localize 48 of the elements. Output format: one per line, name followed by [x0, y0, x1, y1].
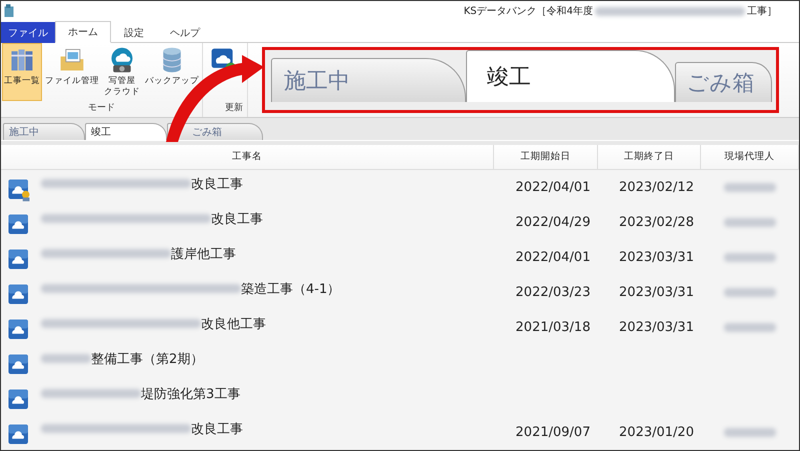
project-name: 改良工事 — [211, 210, 263, 228]
cloud-icon — [7, 212, 31, 237]
document-tab[interactable]: 竣工 — [466, 50, 676, 102]
project-name: 改良工事 — [191, 176, 243, 193]
project-name: 護岸他工事 — [171, 246, 236, 263]
table-cell-text: 2023/03/31 — [618, 250, 695, 266]
table-cell-text: 2022/03/23 — [514, 285, 592, 300]
column-header[interactable]: 現場代理人 — [701, 144, 799, 170]
ribbon-button[interactable]: バックアップ — [143, 43, 201, 102]
app-icon — [3, 3, 15, 20]
table-cell-text: 2022/04/01 — [514, 180, 592, 196]
cloud-icon — [7, 318, 31, 342]
table-cell-text: 2022/04/29 — [514, 215, 592, 230]
file-menu-tab[interactable]: ファイル — [1, 22, 55, 44]
project-name: 改良工事 — [191, 420, 243, 438]
project-name: 整備工事（第2期） — [91, 350, 204, 368]
column-header[interactable]: 工期終了日 — [598, 144, 701, 170]
cloud-icon — [7, 248, 31, 272]
cloud-icon — [7, 422, 31, 447]
document-tab[interactable]: 竣工 — [85, 122, 167, 140]
table-cell-text: 2023/03/31 — [618, 320, 695, 336]
table-cell-text: 2022/04/01 — [514, 250, 592, 266]
group-label: モード — [88, 102, 115, 116]
table-cell-text: 2023/02/28 — [618, 215, 695, 230]
ribbon-button[interactable]: 写管屋 クラウド — [102, 43, 142, 102]
window-title: 工事］ — [747, 4, 777, 18]
table-cell-text: 2021/09/07 — [514, 425, 592, 440]
cloud-icon — [7, 282, 31, 307]
table-cell-text: 2023/02/12 — [618, 180, 695, 196]
table-cell-text: 2021/03/18 — [514, 320, 592, 336]
ribbon-tab[interactable]: 設定 — [111, 22, 157, 44]
cloud-icon — [7, 388, 31, 412]
group-label: 更新 — [225, 102, 243, 116]
project-name: 築造工事（4-1） — [241, 280, 340, 298]
ribbon-button[interactable]: 工事一覧 — [2, 43, 42, 102]
ribbon-button[interactable]: ファイル管理 — [43, 43, 101, 102]
cloud-user-icon — [7, 178, 31, 202]
project-name: 改良他工事 — [201, 316, 266, 333]
ribbon-tab[interactable]: ホーム — [55, 21, 111, 44]
document-tab[interactable]: 施工中 — [3, 122, 85, 140]
column-header[interactable]: 工事名 — [1, 144, 494, 170]
table-cell-text: 2023/03/31 — [618, 285, 695, 300]
column-header[interactable]: 工期開始日 — [494, 144, 598, 170]
window-title: KSデータバンク［令和4年度 — [464, 4, 593, 18]
project-name: 堤防強化第3工事 — [141, 386, 240, 403]
table-cell-text: 2023/01/20 — [618, 425, 695, 440]
ribbon-tab[interactable]: ヘルプ — [157, 22, 213, 44]
cloud-icon — [7, 352, 31, 377]
